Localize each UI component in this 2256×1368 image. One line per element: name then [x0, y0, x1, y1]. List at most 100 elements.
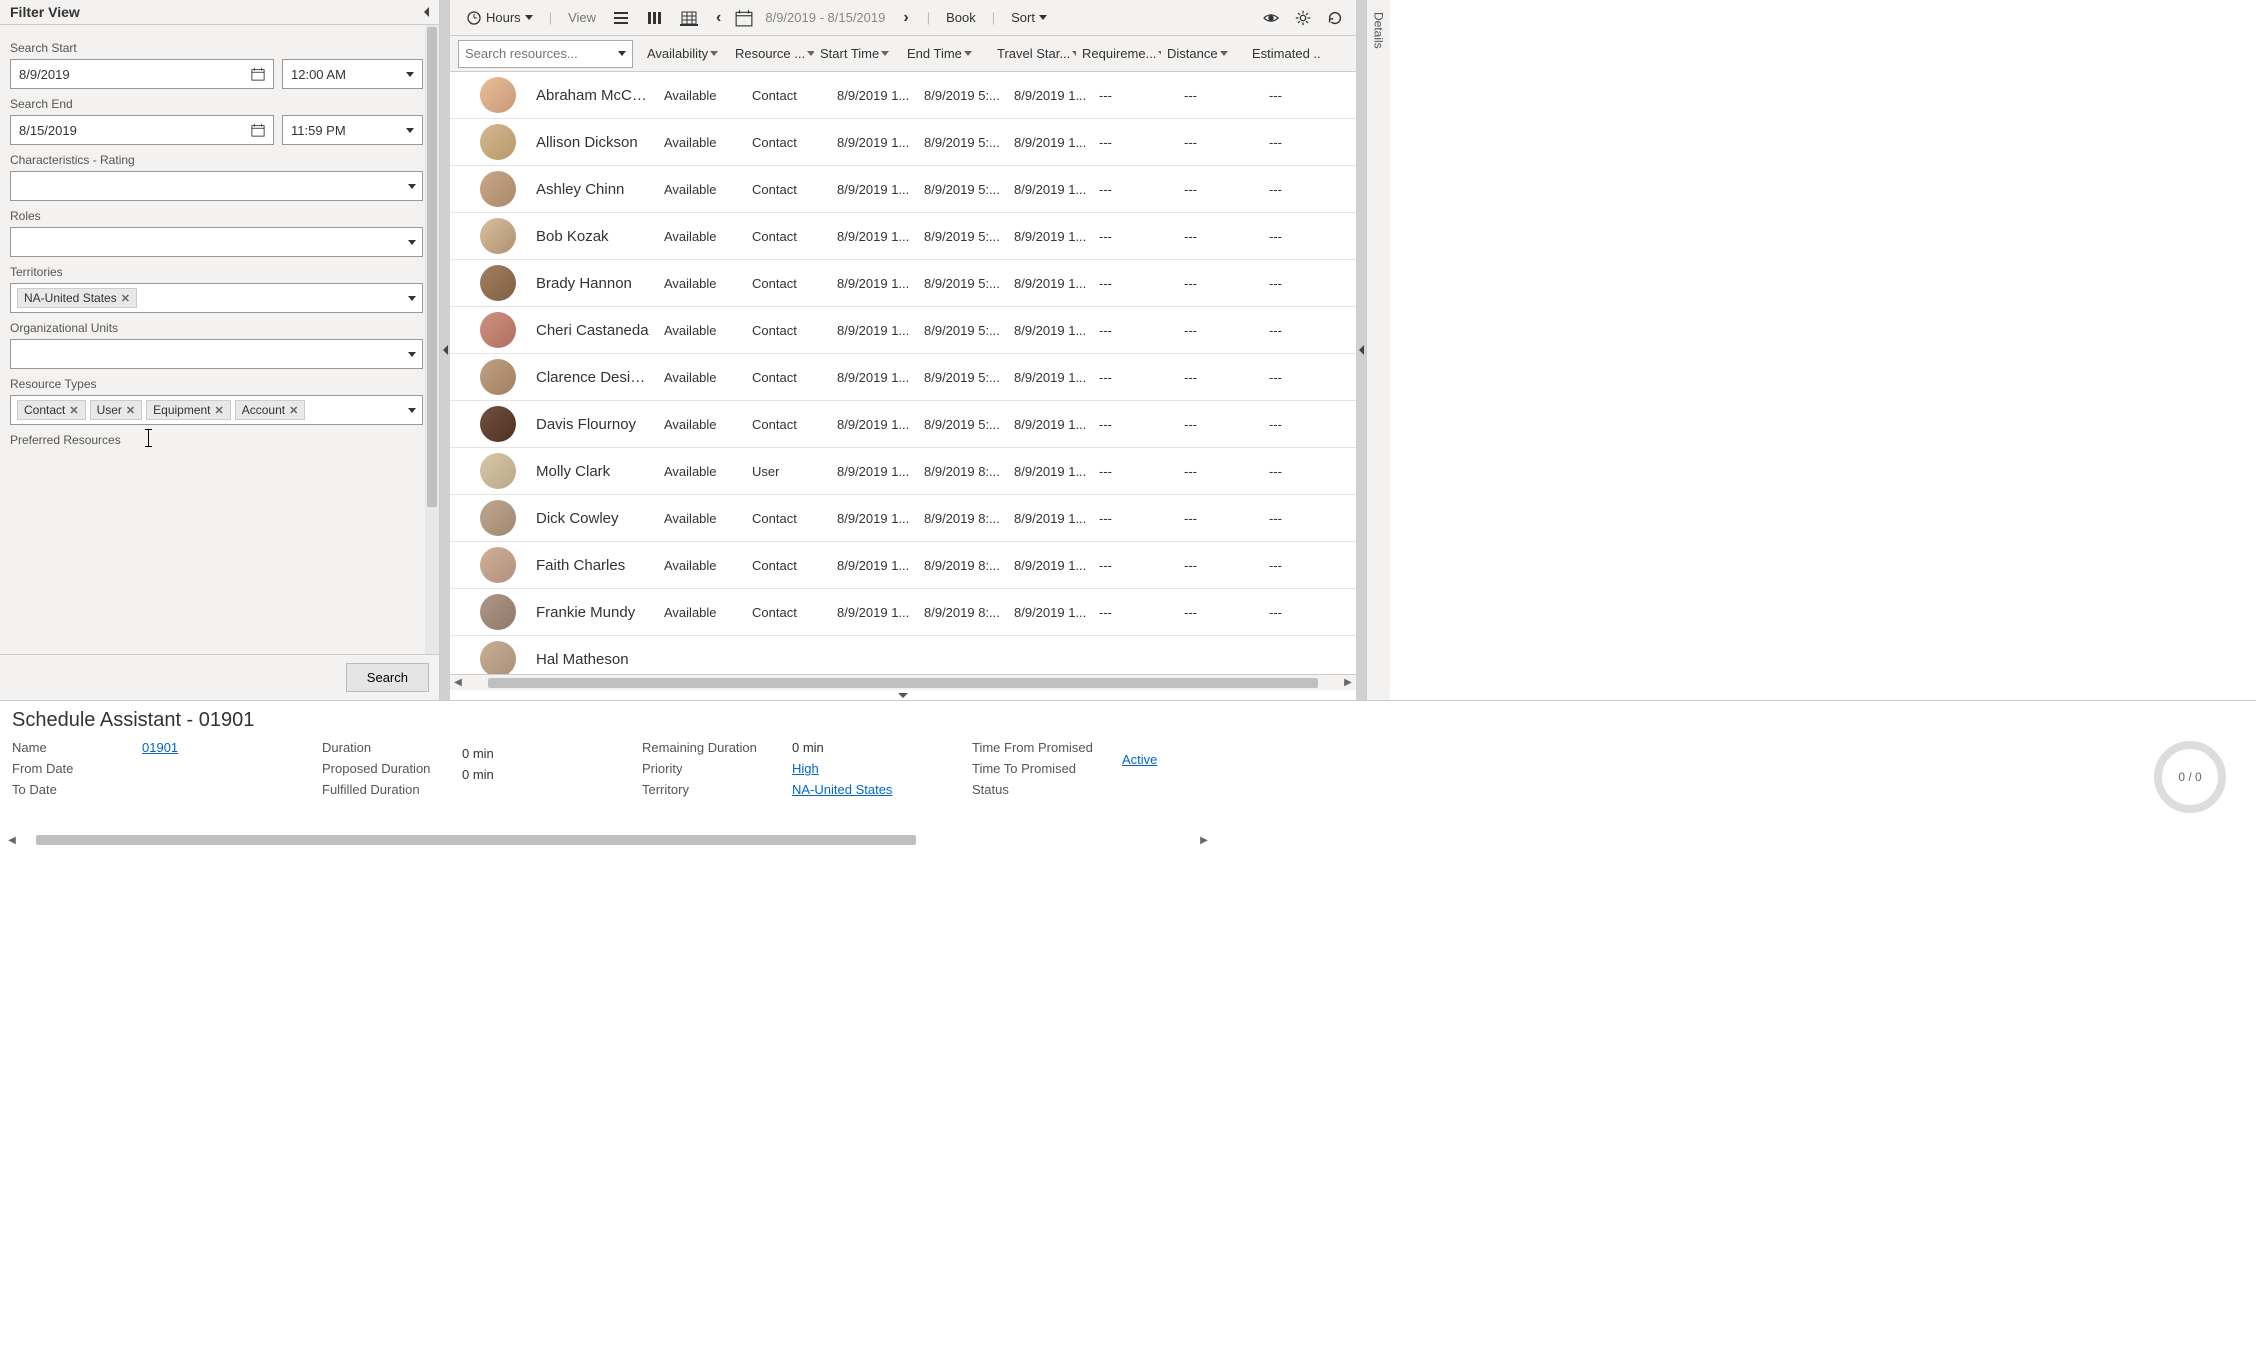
resource-row[interactable]: Hal Matheson: [450, 636, 1356, 674]
characteristics-select[interactable]: [10, 171, 423, 201]
search-end-date-input[interactable]: 8/15/2019: [10, 115, 274, 145]
roles-select[interactable]: [10, 227, 423, 257]
cell-distance: ---: [1178, 229, 1263, 244]
remove-tag-icon[interactable]: ✕: [289, 404, 298, 417]
remove-tag-icon[interactable]: ✕: [121, 292, 130, 305]
refresh-icon[interactable]: [1326, 9, 1344, 27]
bottom-scrollbar[interactable]: ◀ ▶: [4, 832, 2252, 848]
cell-requirement: ---: [1093, 276, 1178, 291]
horizontal-scrollbar[interactable]: ◀ ▶: [450, 674, 1356, 690]
time-from-label: Time From Promised: [972, 740, 1102, 755]
cell-end-time: 8/9/2019 5:...: [918, 182, 1008, 197]
sort-icon: [881, 51, 889, 56]
resource-row[interactable]: Abraham McCor...AvailableContact8/9/2019…: [450, 72, 1356, 119]
cell-availability: Available: [658, 558, 746, 573]
resource-row[interactable]: Davis FlournoyAvailableContact8/9/2019 1…: [450, 401, 1356, 448]
cell-availability: Available: [658, 417, 746, 432]
column-header[interactable]: Start Time: [814, 46, 901, 61]
resource-row[interactable]: Ashley ChinnAvailableContact8/9/2019 1..…: [450, 166, 1356, 213]
preferred-label: Preferred Resources: [10, 433, 423, 447]
territory-tag[interactable]: NA-United States✕: [17, 288, 137, 308]
resource-row[interactable]: Bob KozakAvailableContact8/9/2019 1...8/…: [450, 213, 1356, 260]
status-link[interactable]: Active: [1122, 752, 1242, 767]
resource-row[interactable]: Allison DicksonAvailableContact8/9/2019 …: [450, 119, 1356, 166]
avatar: [480, 547, 516, 583]
scroll-left-icon[interactable]: ◀: [450, 677, 466, 688]
panel-collapse-handle[interactable]: [440, 0, 450, 700]
priority-label: Priority: [642, 761, 772, 776]
remove-tag-icon[interactable]: ✕: [126, 404, 135, 417]
details-strip[interactable]: Details: [1366, 0, 1390, 700]
expand-down-handle[interactable]: [450, 690, 1356, 700]
resource-types-select[interactable]: Contact✕User✕Equipment✕Account✕: [10, 395, 423, 425]
bottom-panel: Schedule Assistant - 01901 Name From Dat…: [0, 700, 2256, 850]
cell-distance: ---: [1178, 135, 1263, 150]
avatar: [480, 594, 516, 630]
territory-label: Territory: [642, 782, 772, 797]
org-units-select[interactable]: [10, 339, 423, 369]
next-period-button[interactable]: ›: [897, 9, 914, 27]
cell-availability: Available: [658, 605, 746, 620]
filter-panel: Filter View Search Start 8/9/2019 12:00 …: [0, 0, 440, 700]
view-list-icon[interactable]: [612, 10, 630, 26]
column-header[interactable]: Estimated ...: [1246, 46, 1321, 61]
hours-dropdown[interactable]: Hours: [462, 6, 537, 30]
prev-period-button[interactable]: ‹: [710, 9, 727, 27]
resource-type-tag[interactable]: User✕: [90, 400, 143, 420]
search-start-date-input[interactable]: 8/9/2019: [10, 59, 274, 89]
calendar-range-icon[interactable]: [735, 9, 753, 27]
cell-availability: Available: [658, 229, 746, 244]
resource-row[interactable]: Cheri CastanedaAvailableContact8/9/2019 …: [450, 307, 1356, 354]
eye-icon[interactable]: [1262, 9, 1280, 27]
territories-select[interactable]: NA-United States✕: [10, 283, 423, 313]
name-link[interactable]: 01901: [142, 740, 302, 755]
cell-travel-start: 8/9/2019 1...: [1008, 323, 1093, 338]
collapse-filter-icon[interactable]: [424, 7, 429, 17]
search-end-time-input[interactable]: 11:59 PM: [282, 115, 423, 145]
priority-link[interactable]: High: [792, 761, 952, 776]
search-resources-input[interactable]: [458, 40, 633, 68]
cell-resource-type: Contact: [746, 605, 831, 620]
column-header[interactable]: End Time: [901, 46, 991, 61]
resource-type-tag[interactable]: Contact✕: [17, 400, 86, 420]
details-collapse-handle[interactable]: [1356, 0, 1366, 700]
resource-type-tag[interactable]: Equipment✕: [146, 400, 231, 420]
column-header[interactable]: Resource ...: [729, 46, 814, 61]
column-header[interactable]: Travel Star...: [991, 46, 1076, 61]
resource-row[interactable]: Dick CowleyAvailableContact8/9/2019 1...…: [450, 495, 1356, 542]
cell-estimated: ---: [1263, 605, 1338, 620]
cell-resource-type: Contact: [746, 276, 831, 291]
cell-resource-type: Contact: [746, 229, 831, 244]
remove-tag-icon[interactable]: ✕: [215, 404, 224, 417]
territory-link[interactable]: NA-United States: [792, 782, 952, 797]
resource-row[interactable]: Brady HannonAvailableContact8/9/2019 1..…: [450, 260, 1356, 307]
gear-icon[interactable]: [1294, 9, 1312, 27]
cell-travel-start: 8/9/2019 1...: [1008, 370, 1093, 385]
sort-dropdown[interactable]: Sort: [1007, 6, 1051, 29]
resource-row[interactable]: Clarence Desimo...AvailableContact8/9/20…: [450, 354, 1356, 401]
resource-row[interactable]: Molly ClarkAvailableUser8/9/2019 1...8/9…: [450, 448, 1356, 495]
scroll-right-icon[interactable]: ▶: [1196, 835, 1212, 846]
search-start-time-input[interactable]: 12:00 AM: [282, 59, 423, 89]
chevron-down-icon: [525, 15, 533, 20]
view-grid-icon[interactable]: [680, 10, 698, 26]
view-columns-icon[interactable]: [646, 10, 664, 26]
cell-travel-start: 8/9/2019 1...: [1008, 182, 1093, 197]
remove-tag-icon[interactable]: ✕: [69, 404, 78, 417]
scroll-left-icon[interactable]: ◀: [4, 835, 20, 846]
column-header[interactable]: Availability: [641, 46, 729, 61]
chevron-down-icon: [1039, 15, 1047, 20]
search-resources-field[interactable]: [465, 46, 618, 61]
scroll-right-icon[interactable]: ▶: [1340, 677, 1356, 688]
column-header[interactable]: Distance: [1161, 46, 1246, 61]
resource-row[interactable]: Frankie MundyAvailableContact8/9/2019 1.…: [450, 589, 1356, 636]
column-header[interactable]: Requireme...: [1076, 46, 1161, 61]
resource-row[interactable]: Faith CharlesAvailableContact8/9/2019 1.…: [450, 542, 1356, 589]
cell-start-time: 8/9/2019 1...: [831, 558, 918, 573]
book-button[interactable]: Book: [942, 6, 980, 29]
resource-name: Frankie Mundy: [530, 604, 658, 621]
filter-scrollbar[interactable]: [425, 25, 439, 654]
cell-end-time: 8/9/2019 8:...: [918, 464, 1008, 479]
search-button[interactable]: Search: [346, 663, 429, 692]
resource-type-tag[interactable]: Account✕: [235, 400, 306, 420]
